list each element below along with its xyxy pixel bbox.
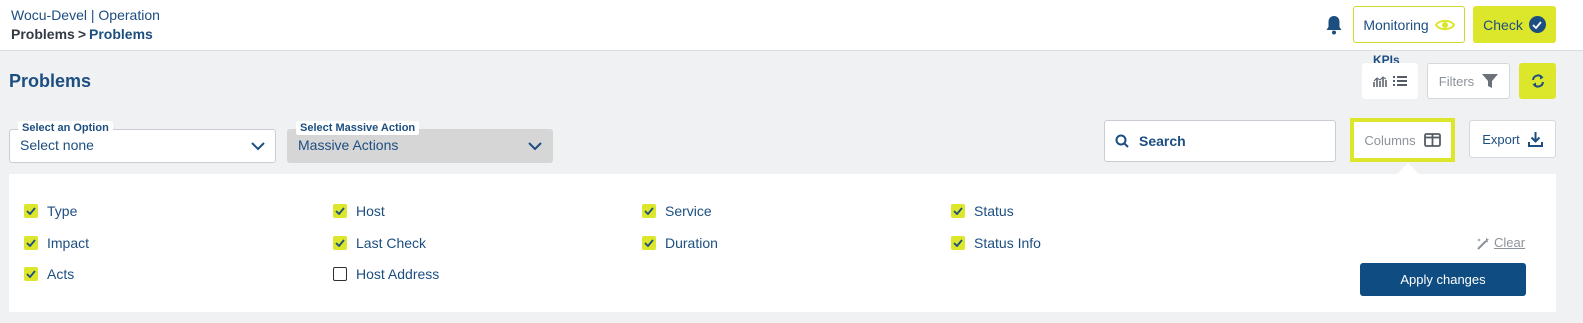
column-option[interactable]: Status Info — [951, 235, 1041, 251]
apply-changes-button[interactable]: Apply changes — [1360, 263, 1526, 296]
chevron-down-icon — [251, 142, 265, 151]
column-option[interactable]: Status — [951, 203, 1014, 219]
column-option-label: Last Check — [356, 235, 427, 251]
massive-action-dropdown[interactable]: Select Massive Action Massive Actions — [287, 121, 553, 163]
checkmark-icon — [26, 239, 36, 247]
check-label: Check — [1483, 16, 1523, 33]
eye-icon — [1434, 19, 1455, 30]
refresh-button[interactable] — [1519, 63, 1556, 99]
checkbox-checked[interactable] — [24, 204, 38, 218]
check-circle-icon — [1528, 16, 1546, 33]
export-button[interactable]: Export — [1469, 120, 1556, 158]
chevron-down-icon — [528, 142, 542, 151]
columns-icon — [1423, 133, 1441, 147]
column-option[interactable]: Host — [333, 203, 385, 219]
column-option-label: Status — [974, 203, 1014, 219]
columns-button[interactable]: Columns — [1350, 118, 1455, 162]
columns-panel — [9, 174, 1556, 312]
breadcrumb-separator: > — [77, 26, 86, 42]
checkbox-unchecked[interactable] — [333, 267, 347, 281]
list-icon — [1393, 76, 1407, 86]
column-option[interactable]: Impact — [24, 235, 89, 251]
checkmark-icon — [26, 270, 36, 278]
magic-wand-icon — [1477, 236, 1489, 250]
clear-link[interactable]: Clear — [1476, 235, 1525, 250]
clear-label: Clear — [1494, 235, 1526, 250]
columns-label: Columns — [1364, 132, 1416, 148]
checkmark-icon — [335, 207, 345, 215]
column-option-label: Type — [47, 203, 78, 219]
monitoring-label: Monitoring — [1363, 16, 1429, 33]
check-button[interactable]: Check — [1473, 6, 1556, 43]
column-option-label: Service — [665, 203, 712, 219]
top-bar: Wocu-Devel | Operation Problems > Problems… — [0, 0, 1583, 51]
column-option-label: Host — [356, 203, 385, 219]
column-option[interactable]: Service — [642, 203, 712, 219]
chart-icon — [1373, 75, 1387, 87]
select-option-label: Select an Option — [18, 121, 113, 135]
app-title: Wocu-Devel | Operation — [11, 7, 160, 23]
column-option[interactable]: Type — [24, 203, 77, 219]
checkbox-checked[interactable] — [951, 204, 965, 218]
filters-label: Filters — [1438, 73, 1475, 89]
column-option-label: Duration — [665, 235, 718, 251]
column-option[interactable]: Host Address — [333, 266, 439, 282]
filters-button[interactable]: Filters — [1427, 63, 1510, 99]
search-placeholder: Search — [1139, 133, 1186, 149]
checkbox-checked[interactable] — [333, 236, 347, 250]
checkbox-checked[interactable] — [333, 204, 347, 218]
checkmark-icon — [953, 239, 963, 247]
column-option[interactable]: Last Check — [333, 235, 426, 251]
massive-action-label: Select Massive Action — [296, 121, 420, 135]
search-icon — [1115, 134, 1129, 148]
checkmark-icon — [644, 239, 654, 247]
checkmark-icon — [26, 207, 36, 215]
breadcrumb-root[interactable]: Problems — [11, 26, 75, 42]
kpis-button[interactable] — [1362, 63, 1418, 99]
checkbox-checked[interactable] — [642, 236, 656, 250]
checkmark-icon — [644, 207, 654, 215]
column-option[interactable]: Duration — [642, 235, 718, 251]
column-option-label: Status Info — [974, 235, 1041, 251]
refresh-icon — [1531, 74, 1544, 88]
search-input[interactable]: Search — [1104, 120, 1336, 162]
checkmark-icon — [953, 207, 963, 215]
checkbox-checked[interactable] — [642, 204, 656, 218]
breadcrumb-current: Problems — [89, 26, 153, 42]
massive-action-value: Massive Actions — [298, 137, 399, 153]
panel-pointer — [1397, 163, 1419, 174]
column-option-label: Acts — [47, 266, 75, 282]
monitoring-button[interactable]: Monitoring — [1353, 6, 1465, 43]
bell-icon[interactable] — [1325, 15, 1343, 35]
download-icon — [1527, 132, 1543, 147]
breadcrumb: Problems > Problems — [11, 26, 153, 42]
column-option-label: Impact — [47, 235, 90, 251]
checkbox-checked[interactable] — [951, 236, 965, 250]
filter-icon — [1482, 73, 1499, 88]
column-option[interactable]: Acts — [24, 266, 74, 282]
checkbox-checked[interactable] — [24, 236, 38, 250]
page-title: Problems — [9, 71, 92, 91]
checkmark-icon — [335, 239, 345, 247]
column-option-label: Host Address — [356, 266, 440, 282]
select-option-dropdown[interactable]: Select an Option Select none — [9, 121, 276, 163]
export-label: Export — [1482, 131, 1520, 147]
select-option-value: Select none — [20, 137, 94, 153]
checkbox-checked[interactable] — [24, 267, 38, 281]
